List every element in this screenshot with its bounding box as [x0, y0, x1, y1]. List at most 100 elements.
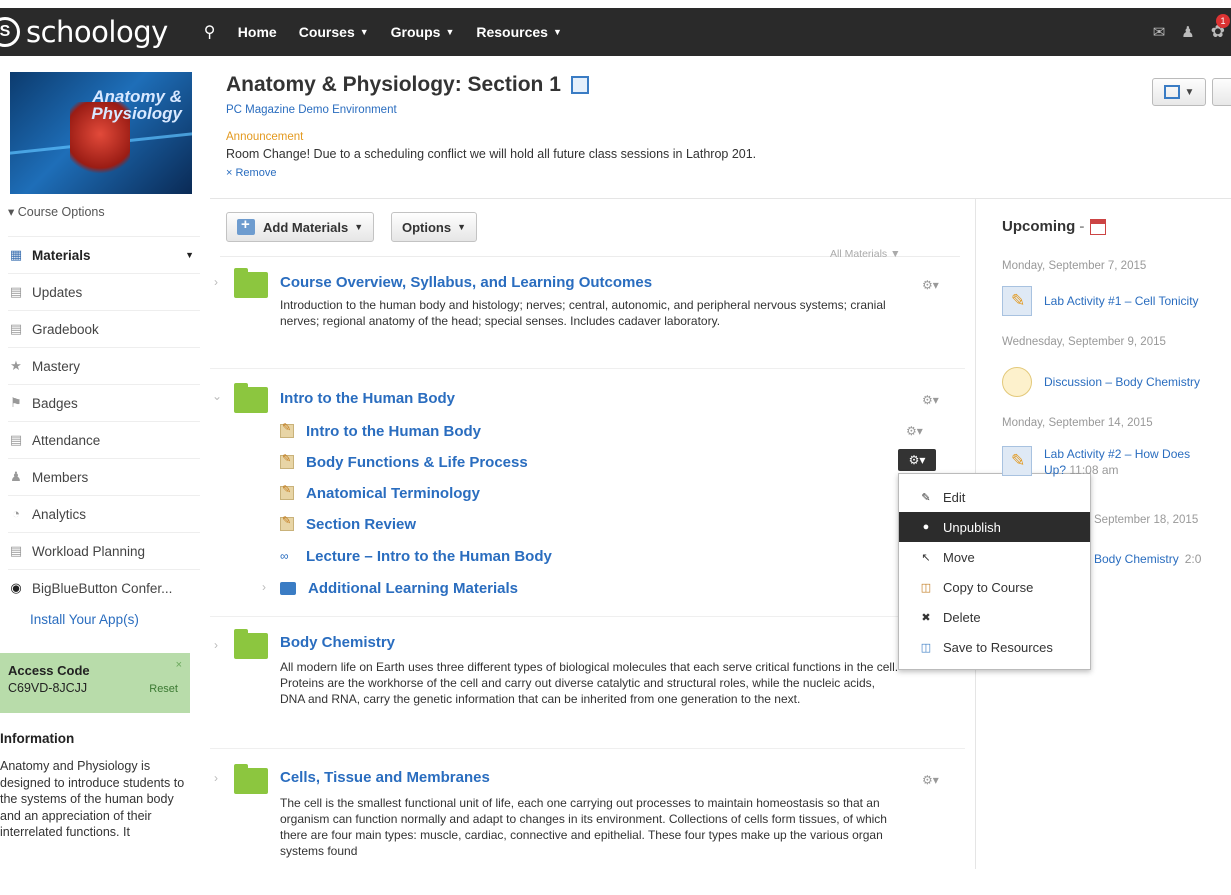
view-toggle-button[interactable]: ▼ — [1152, 78, 1206, 106]
nav-groups[interactable]: Groups ▼ — [391, 24, 455, 40]
install-apps-link[interactable]: Install Your App(s) — [30, 612, 139, 627]
gear-icon[interactable]: ⚙▾ — [906, 424, 923, 438]
expand-chevron-icon[interactable]: › — [214, 638, 218, 652]
upcoming-event-title: Lab Activity #1 – Cell Tonicity — [1044, 294, 1199, 308]
nav-home-label: Home — [237, 24, 277, 40]
expand-chevron-icon[interactable]: › — [262, 580, 266, 594]
menu-item-edit[interactable]: ✎ Edit — [899, 482, 1090, 512]
sidebar-item-badges[interactable]: ⚑ Badges — [8, 384, 200, 421]
course-profile-icon[interactable] — [570, 76, 589, 94]
sidebar-item-gradebook[interactable]: ▤ Gradebook — [8, 310, 200, 347]
announcement-remove-link[interactable]: × Remove — [226, 167, 276, 179]
mastery-icon: ★ — [10, 358, 22, 373]
upcoming-event[interactable]: Body Chemistry 2:0 — [1094, 552, 1201, 566]
folder-icon — [280, 581, 296, 595]
item-action-menu: ✎ Edit ● Unpublish ↖ Move ◫ Copy to Course ✖… — [898, 473, 1091, 670]
chevron-down-icon: ▼ — [185, 250, 194, 260]
messages-icon[interactable]: ✉ — [1153, 23, 1166, 41]
header-divider — [210, 198, 1231, 199]
announcement-label: Announcement — [226, 131, 304, 143]
sidebar-item-materials[interactable]: ▦ Materials ▼ — [8, 236, 200, 273]
gear-icon[interactable]: ⚙▾ — [922, 278, 939, 292]
list-item[interactable]: Anatomical Terminology — [280, 481, 480, 505]
folder-title-cells-tissue[interactable]: Cells, Tissue and Membranes — [280, 769, 490, 786]
upcoming-event[interactable]: Lab Activity #2 – How Does Up? 11:08 am — [1002, 446, 1190, 478]
collapse-chevron-icon[interactable]: ⌄ — [212, 389, 222, 403]
upcoming-date: Monday, September 14, 2015 — [1002, 417, 1153, 429]
row-divider — [210, 368, 965, 369]
upcoming-event-text: Lab Activity #2 – How Does Up? 11:08 am — [1044, 446, 1190, 478]
gear-icon[interactable]: ⚙▾ — [922, 393, 939, 407]
access-code-box: Access Code C69VD-8JCJJ Reset × — [0, 653, 190, 713]
course-options-link[interactable]: ▾ Course Options — [8, 204, 105, 219]
all-materials-filter[interactable]: All Materials ▼ — [830, 248, 901, 260]
close-icon[interactable]: × — [176, 659, 182, 671]
material-title: Section Review — [306, 515, 417, 533]
main-nav: Home Courses ▼ Groups ▼ Resources ▼ — [238, 24, 584, 40]
course-title-text: Anatomy & Physiology: Section 1 — [226, 73, 561, 96]
upcoming-date: September 18, 2015 — [1094, 514, 1199, 526]
assignment-icon — [1002, 286, 1032, 316]
item-gear-button-active[interactable]: ⚙▾ — [898, 449, 936, 471]
schoology-logo[interactable]: S schoology — [0, 8, 168, 56]
folder-title-body-chemistry[interactable]: Body Chemistry — [280, 634, 395, 651]
calendar-icon[interactable] — [1090, 218, 1107, 235]
expand-chevron-icon[interactable]: › — [214, 275, 218, 289]
add-materials-button[interactable]: Add Materials ▼ — [226, 212, 375, 242]
folder-title-course-overview[interactable]: Course Overview, Syllabus, and Learning … — [280, 274, 652, 291]
menu-item-label: Unpublish — [943, 519, 1001, 535]
notifications-icon[interactable]: ✿ 1 — [1211, 14, 1230, 42]
chevron-down-icon: ▼ — [359, 27, 369, 37]
upcoming-event-title: Lab Activity #2 – How Does — [1044, 447, 1191, 461]
upcoming-event[interactable]: Lab Activity #1 – Cell Tonicity — [1002, 286, 1199, 316]
list-item[interactable]: Additional Learning Materials — [280, 576, 518, 600]
menu-item-unpublish[interactable]: ● Unpublish — [899, 512, 1090, 542]
menu-item-delete[interactable]: ✖ Delete — [899, 602, 1090, 632]
folder-title-intro-human-body[interactable]: Intro to the Human Body — [280, 390, 455, 407]
options-label: Options — [402, 219, 452, 235]
access-code-label: Access Code — [8, 663, 90, 678]
sidebar-item-bigbluebutton[interactable]: ◉ BigBlueButton Confer... — [8, 569, 200, 606]
upcoming-event[interactable]: Discussion – Body Chemistry — [1002, 367, 1200, 397]
discussion-icon — [1002, 367, 1032, 397]
sidebar-item-label: Materials — [32, 247, 91, 263]
requests-icon[interactable]: ♟ — [1181, 23, 1194, 41]
pencil-icon: ✎ — [921, 491, 931, 504]
sidebar-item-mastery[interactable]: ★ Mastery — [8, 347, 200, 384]
options-button[interactable]: Options ▼ — [391, 212, 478, 242]
menu-item-label: Move — [943, 549, 975, 565]
sidebar-item-workload-planning[interactable]: ▤ Workload Planning — [8, 532, 200, 569]
sidebar-item-label: Analytics — [32, 506, 87, 522]
upcoming-heading: Upcoming - — [1002, 218, 1107, 235]
nav-home[interactable]: Home — [238, 24, 277, 40]
menu-item-move[interactable]: ↖ Move — [899, 542, 1090, 572]
sidebar-item-analytics[interactable]: ◔ Analytics — [8, 495, 200, 532]
settings-button[interactable] — [1212, 78, 1231, 106]
sidebar-item-members[interactable]: ♟ Members — [8, 458, 200, 495]
folder-icon — [234, 383, 268, 413]
link-icon: ∞ — [280, 549, 289, 563]
caret-icon: ▾ — [8, 205, 18, 219]
information-heading: Information — [0, 731, 75, 746]
access-code-reset[interactable]: Reset — [149, 683, 178, 695]
menu-item-save-to-resources[interactable]: ◫ Save to Resources — [899, 632, 1090, 662]
list-item[interactable]: Intro to the Human Body — [280, 419, 481, 443]
nav-resources[interactable]: Resources ▼ — [476, 24, 562, 40]
all-materials-label: All Materials — [830, 248, 888, 260]
gear-icon[interactable]: ⚙▾ — [922, 773, 939, 787]
nav-courses[interactable]: Courses ▼ — [299, 24, 369, 40]
sidebar-item-updates[interactable]: ▤ Updates — [8, 273, 200, 310]
list-item[interactable]: Body Functions & Life Process — [280, 450, 528, 474]
course-school-link[interactable]: PC Magazine Demo Environment — [226, 104, 397, 116]
sidebar-item-label: Attendance — [32, 432, 101, 448]
sidebar-item-attendance[interactable]: ▤ Attendance — [8, 421, 200, 458]
list-item[interactable]: Section Review — [280, 512, 416, 536]
assignment-icon — [280, 483, 294, 500]
menu-item-copy-to-course[interactable]: ◫ Copy to Course — [899, 572, 1090, 602]
search-icon[interactable]: ⚲ — [204, 22, 224, 42]
expand-chevron-icon[interactable]: › — [214, 771, 218, 785]
course-image: Anatomy & Physiology — [10, 72, 192, 194]
schoology-logo-icon: S — [0, 17, 20, 47]
course-title: Anatomy & Physiology: Section 1 — [226, 73, 589, 97]
list-item[interactable]: ∞ Lecture – Intro to the Human Body — [280, 544, 552, 568]
